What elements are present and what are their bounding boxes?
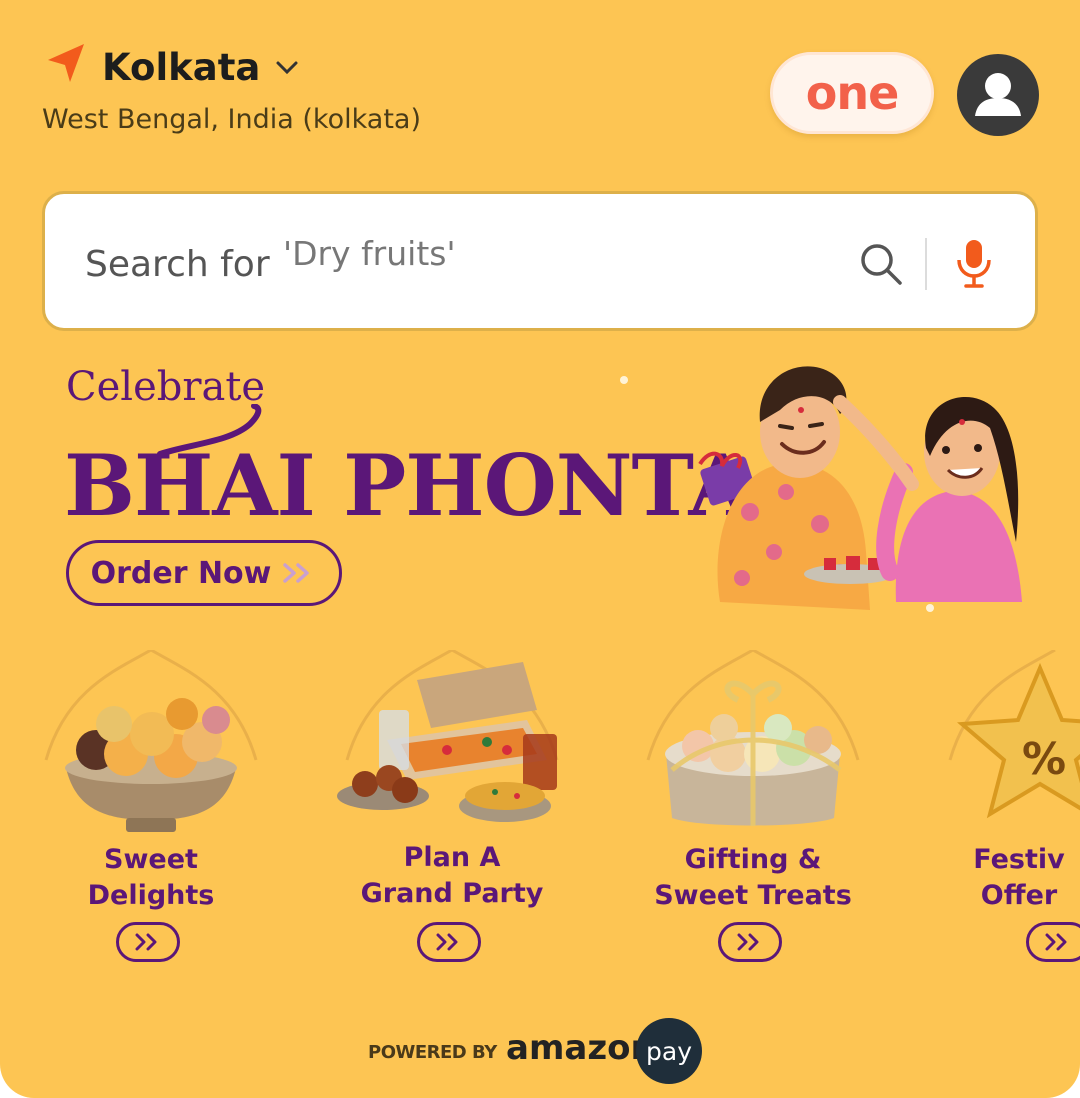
region-text: West Bengal, India (kolkata) bbox=[42, 104, 422, 135]
category-go-button[interactable] bbox=[417, 922, 481, 962]
double-chevron-right-icon bbox=[135, 933, 157, 951]
category-go-button[interactable] bbox=[1026, 922, 1080, 962]
category-festive-offers[interactable]: % Festiv Offer bbox=[930, 650, 1080, 980]
double-chevron-right-icon bbox=[436, 933, 458, 951]
one-membership-button[interactable]: one bbox=[770, 52, 934, 134]
one-label: one bbox=[805, 66, 900, 120]
category-go-button[interactable] bbox=[718, 922, 782, 962]
category-label-line2: Sweet Treats bbox=[654, 880, 852, 911]
order-now-label: Order Now bbox=[90, 555, 272, 591]
sweets-bowl-image bbox=[44, 650, 258, 832]
category-grand-party[interactable]: Plan A Grand Party bbox=[327, 650, 577, 980]
double-chevron-right-icon bbox=[283, 563, 310, 583]
double-chevron-right-icon bbox=[1045, 933, 1067, 951]
offer-star-image: % bbox=[948, 650, 1080, 819]
category-label: Sweet Delights bbox=[26, 842, 276, 914]
location-arrow-icon[interactable] bbox=[44, 40, 90, 86]
city-name[interactable]: Kolkata bbox=[102, 46, 260, 89]
banner-title: BHAI PHONTA bbox=[64, 436, 754, 535]
search-label: Search for bbox=[85, 244, 270, 285]
search-placeholder: 'Dry fruits' bbox=[283, 234, 456, 273]
svg-text:%: % bbox=[1022, 734, 1066, 785]
powered-by-label: POWERED BY bbox=[368, 1042, 497, 1063]
category-label-line2: Grand Party bbox=[360, 878, 544, 909]
category-label: Festiv Offer bbox=[894, 842, 1080, 914]
profile-avatar[interactable] bbox=[957, 54, 1039, 136]
home-screen: Kolkata West Bengal, India (kolkata) one… bbox=[0, 0, 1080, 1098]
category-label-line1: Sweet bbox=[104, 844, 198, 875]
category-label: Gifting & Sweet Treats bbox=[628, 842, 878, 914]
siblings-illustration bbox=[698, 366, 1022, 610]
amazon-wordmark: amazon bbox=[506, 1028, 655, 1068]
mic-icon[interactable] bbox=[953, 238, 995, 290]
double-chevron-right-icon bbox=[737, 933, 759, 951]
party-food-image bbox=[337, 650, 559, 822]
category-label: Plan A Grand Party bbox=[327, 840, 577, 912]
search-divider bbox=[925, 238, 927, 290]
search-icon[interactable] bbox=[857, 240, 905, 288]
category-label-line1: Gifting & bbox=[684, 844, 822, 875]
category-gifting-sweet-treats[interactable]: Gifting & Sweet Treats bbox=[628, 650, 878, 980]
user-icon bbox=[975, 73, 1021, 116]
gift-hamper-image bbox=[646, 650, 860, 826]
order-now-button[interactable]: Order Now bbox=[66, 540, 342, 606]
category-sweet-delights[interactable]: Sweet Delights bbox=[26, 650, 276, 980]
category-go-button[interactable] bbox=[116, 922, 180, 962]
category-label-line1: Plan A bbox=[403, 842, 501, 873]
sparkle-dot bbox=[620, 376, 628, 384]
category-label-line1: Festiv bbox=[973, 844, 1065, 875]
category-label-line2: Offer bbox=[980, 880, 1058, 911]
category-label-line2: Delights bbox=[87, 880, 215, 911]
pay-badge: pay bbox=[636, 1018, 702, 1084]
search-bar[interactable]: Search for 'Dry fruits' bbox=[42, 191, 1038, 331]
chevron-down-icon[interactable] bbox=[274, 58, 300, 78]
